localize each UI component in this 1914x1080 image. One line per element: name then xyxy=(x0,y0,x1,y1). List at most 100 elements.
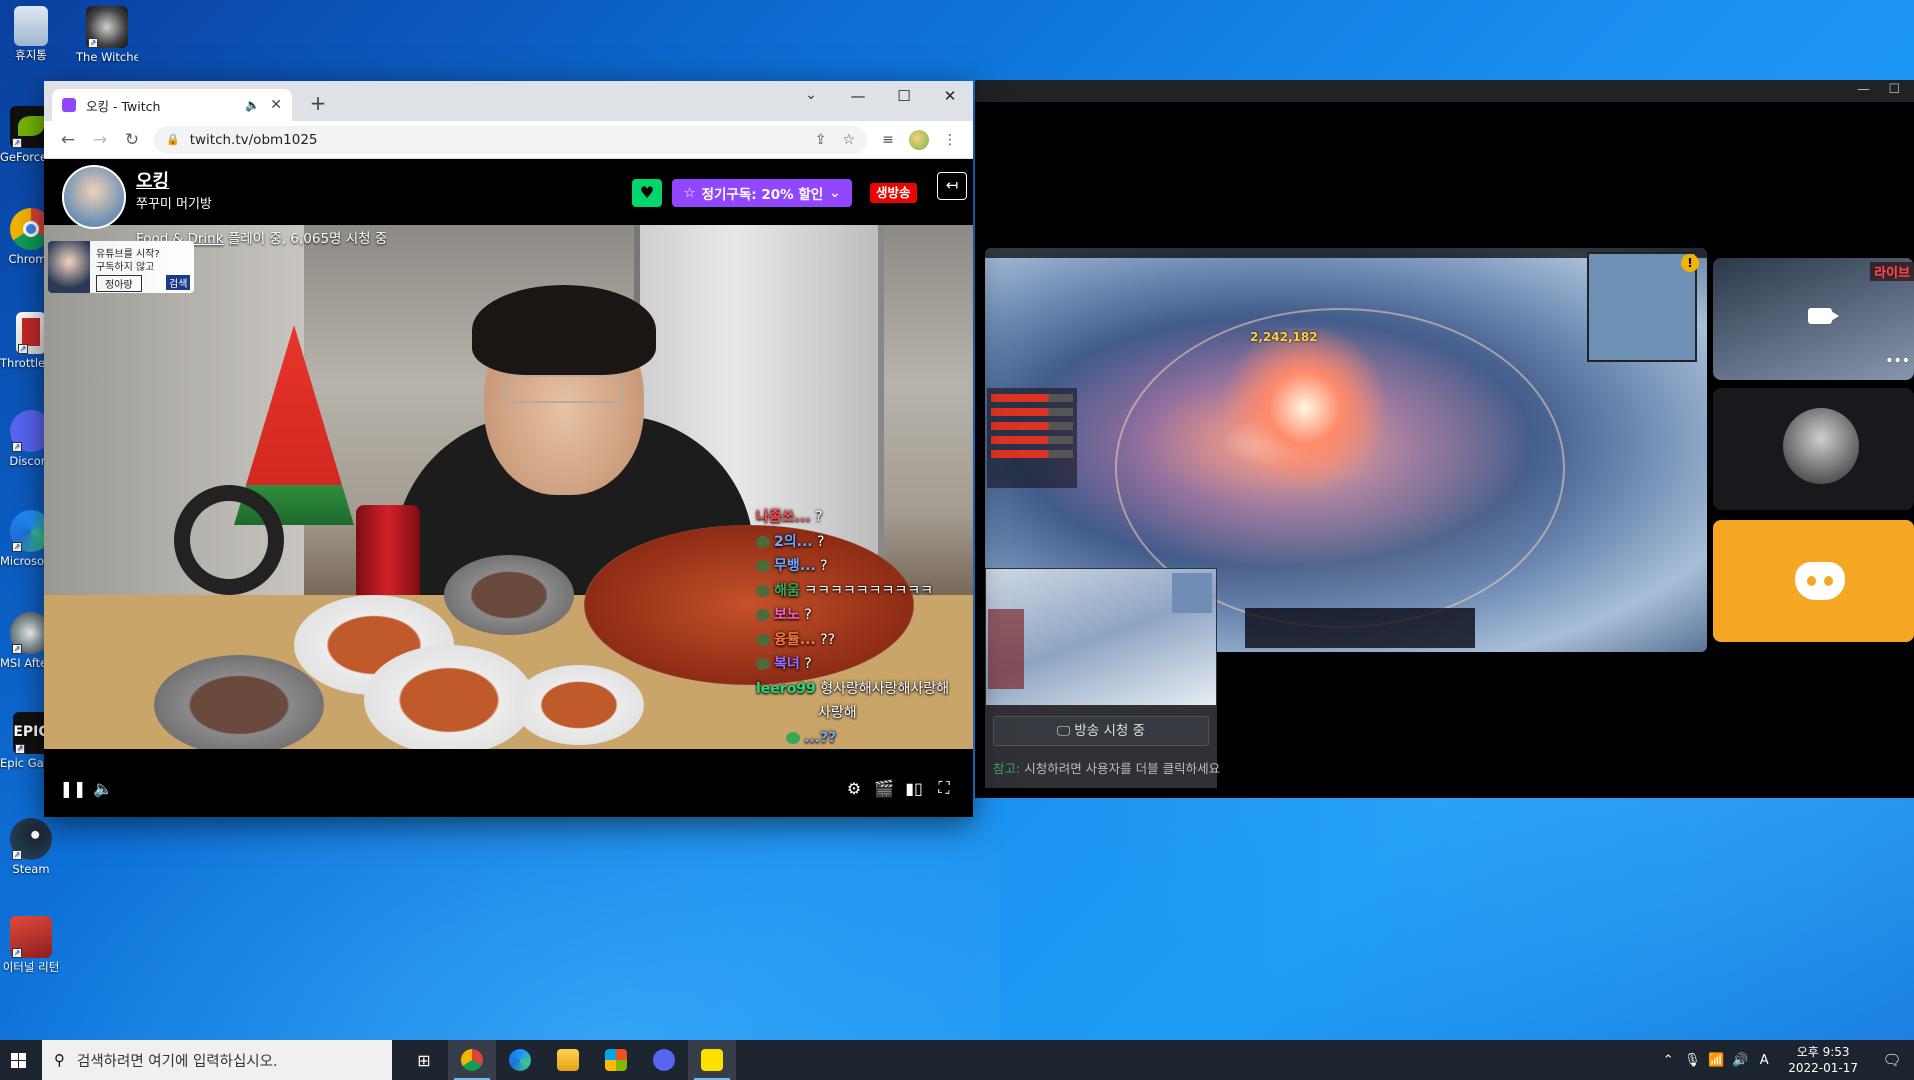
network-icon[interactable]: 📶 xyxy=(1704,1053,1728,1068)
video-scene xyxy=(472,285,656,375)
tab-strip: 오킹 - Twitch 🔈 ✕ + ⌄ — ☐ ✕ xyxy=(44,81,973,121)
emote-icon xyxy=(756,535,770,548)
taskbar-chrome[interactable] xyxy=(448,1040,496,1080)
forward-icon[interactable]: → xyxy=(84,130,116,150)
chat-line: 사랑해 xyxy=(756,701,973,726)
ime-indicator[interactable]: A xyxy=(1752,1053,1776,1068)
theatre-mode-icon[interactable]: ▮▯ xyxy=(899,779,929,798)
taskbar-store[interactable] xyxy=(592,1040,640,1080)
tab-twitch[interactable]: 오킹 - Twitch 🔈 ✕ xyxy=(52,89,292,121)
toolbar: ← → ↻ 🔒 twitch.tv/obm1025 ⇪ ☆ ≡ ⋮ xyxy=(44,121,973,159)
microphone-icon[interactable]: 🎙 xyxy=(1680,1053,1704,1068)
subscribe-button[interactable]: ☆ 정기구독: 20% 할인 ⌄ xyxy=(672,179,852,207)
task-view-icon: ⊞ xyxy=(417,1050,431,1070)
chat-user: leero99 xyxy=(756,680,816,697)
participant-tile-discord[interactable] xyxy=(1713,520,1914,642)
chat-message: ㅋㅋㅋㅋㅋㅋㅋㅋㅋㅋ xyxy=(804,582,934,599)
video-scene xyxy=(364,645,534,749)
maximize-button[interactable]: ☐ xyxy=(881,81,927,113)
edge-icon xyxy=(509,1049,531,1071)
back-icon[interactable]: ← xyxy=(52,130,84,150)
chat-user: 복녀 xyxy=(774,656,800,672)
chat-message: ? xyxy=(820,558,828,574)
start-button[interactable] xyxy=(0,1040,36,1080)
damage-number: 2,242,182 xyxy=(1250,330,1318,344)
twitch-favicon-icon xyxy=(62,98,76,112)
chat-message: ? xyxy=(815,509,823,525)
collapse-icon[interactable]: ↤ xyxy=(937,172,967,200)
chevron-up-icon[interactable]: ⌃ xyxy=(1656,1053,1680,1068)
minimize-button[interactable]: — xyxy=(835,81,881,113)
task-view-button[interactable]: ⊞ xyxy=(400,1040,448,1080)
volume-icon[interactable]: 🔈 xyxy=(88,779,118,798)
chat-user: 무뱅... xyxy=(774,558,816,574)
clock-time: 오후 9:53 xyxy=(1796,1045,1850,1059)
windows-logo-icon xyxy=(10,1052,26,1068)
notification-icon[interactable]: 🗨 xyxy=(1870,1051,1914,1069)
desktop-icon-steam[interactable]: ↗ Steam xyxy=(0,818,62,876)
taskbar-discord[interactable] xyxy=(640,1040,688,1080)
desktop-icon-eternal-return[interactable]: ↗ 이터널 리턴 xyxy=(0,916,62,974)
follow-button[interactable]: ♥ xyxy=(632,179,662,207)
tab-title: 오킹 - Twitch xyxy=(86,98,161,114)
watching-stream-button[interactable]: 🖵 방송 시청 중 xyxy=(993,716,1209,746)
viewer-count: 플레이 중, 6,065명 시청 중 xyxy=(223,231,388,247)
bookmark-star-icon[interactable]: ☆ xyxy=(842,132,855,148)
chat-overlay: 나좀쓰... ? 2의... ? 무뱅... ? 해움 ㅋㅋㅋㅋㅋㅋㅋㅋㅋㅋ 보… xyxy=(756,505,973,750)
chat-user: 보노 xyxy=(774,607,800,623)
channel-avatar[interactable] xyxy=(62,165,126,229)
lock-icon[interactable]: 🔒 xyxy=(166,133,180,146)
tab-audio-icon[interactable]: 🔈 xyxy=(245,98,260,112)
channel-name[interactable]: 오킹 xyxy=(136,167,169,193)
taskbar-explorer[interactable] xyxy=(544,1040,592,1080)
discord-maximize-button[interactable]: ☐ xyxy=(1888,82,1900,97)
subscribe-label: 정기구독: 20% 할인 xyxy=(701,187,824,203)
taskbar: ⚲ 검색하려면 여기에 입력하십시오. ⊞ ⌃ 🎙 📶 🔊 A 오후 9:53 … xyxy=(0,1040,1914,1080)
participant-tile-live[interactable]: 라이브 ••• xyxy=(1713,258,1914,380)
chat-line: 해움 ㅋㅋㅋㅋㅋㅋㅋㅋㅋㅋ xyxy=(756,579,973,604)
clock[interactable]: 오후 9:53 2022-01-17 xyxy=(1788,1044,1858,1076)
twitch-player[interactable]: 오킹 쭈꾸미 머기방 ♥ ☆ 정기구독: 20% 할인 ⌄ 생방송 ↤ Food… xyxy=(44,159,973,817)
address-bar[interactable]: 🔒 twitch.tv/obm1025 ⇪ ☆ xyxy=(154,125,867,154)
desktop-icon-witcher[interactable]: ↗ The Witcher 3 Wild Hu... xyxy=(76,6,138,64)
participant-tile-avatar[interactable] xyxy=(1713,388,1914,510)
taskbar-search[interactable]: ⚲ 검색하려면 여기에 입력하십시오. xyxy=(42,1040,392,1080)
discord-minimize-button[interactable]: — xyxy=(1857,82,1870,97)
discord-titlebar: — ☐ xyxy=(975,80,1914,102)
fullscreen-icon[interactable]: ⛶ xyxy=(929,778,959,798)
menu-icon[interactable]: ⋮ xyxy=(935,132,965,148)
speaker-icon[interactable]: 🔊 xyxy=(1728,1053,1752,1068)
recycle-bin-icon xyxy=(14,6,48,46)
self-stream-preview[interactable] xyxy=(985,568,1217,706)
reload-icon[interactable]: ↻ xyxy=(116,130,148,150)
url-text: twitch.tv/obm1025 xyxy=(189,131,318,148)
folder-icon xyxy=(557,1049,579,1071)
cam-badge-line2: 구독하지 않고 xyxy=(96,262,155,273)
cam-badge-name: 정아량 xyxy=(96,275,142,292)
more-options-icon[interactable]: ••• xyxy=(1885,353,1910,369)
chat-message: ? xyxy=(817,533,825,550)
live-tile-badge: 라이브 xyxy=(1870,262,1914,281)
game-effect xyxy=(1215,328,1395,488)
close-button[interactable]: ✕ xyxy=(927,81,973,113)
pause-icon[interactable]: ❚❚ xyxy=(58,779,88,798)
profile-avatar[interactable] xyxy=(909,129,929,150)
share-icon[interactable]: ⇪ xyxy=(815,132,827,148)
settings-gear-icon[interactable]: ⚙ xyxy=(839,779,869,798)
taskbar-kakaotalk[interactable] xyxy=(688,1040,736,1080)
video-scene xyxy=(174,485,284,595)
game-party-frame xyxy=(987,388,1077,488)
stream-title: 쭈꾸미 머기방 xyxy=(136,197,212,212)
search-icon: ⚲ xyxy=(54,1051,65,1069)
taskbar-edge[interactable] xyxy=(496,1040,544,1080)
chat-message: ? xyxy=(804,607,812,623)
clip-icon[interactable]: 🎬 xyxy=(869,779,899,798)
tab-search-icon[interactable]: ⌄ xyxy=(797,87,825,103)
chat-message: ? xyxy=(804,656,812,672)
tab-close-icon[interactable]: ✕ xyxy=(270,97,282,113)
watch-panel: 🖵 방송 시청 중 참고: 시청하려면 사용자를 더블 클릭하세요 xyxy=(985,706,1220,788)
desktop-icon-recycle-bin[interactable]: 휴지통 xyxy=(0,6,62,62)
kakaotalk-icon xyxy=(701,1049,723,1071)
new-tab-button[interactable]: + xyxy=(304,90,332,118)
media-control-icon[interactable]: ≡ xyxy=(873,132,903,148)
